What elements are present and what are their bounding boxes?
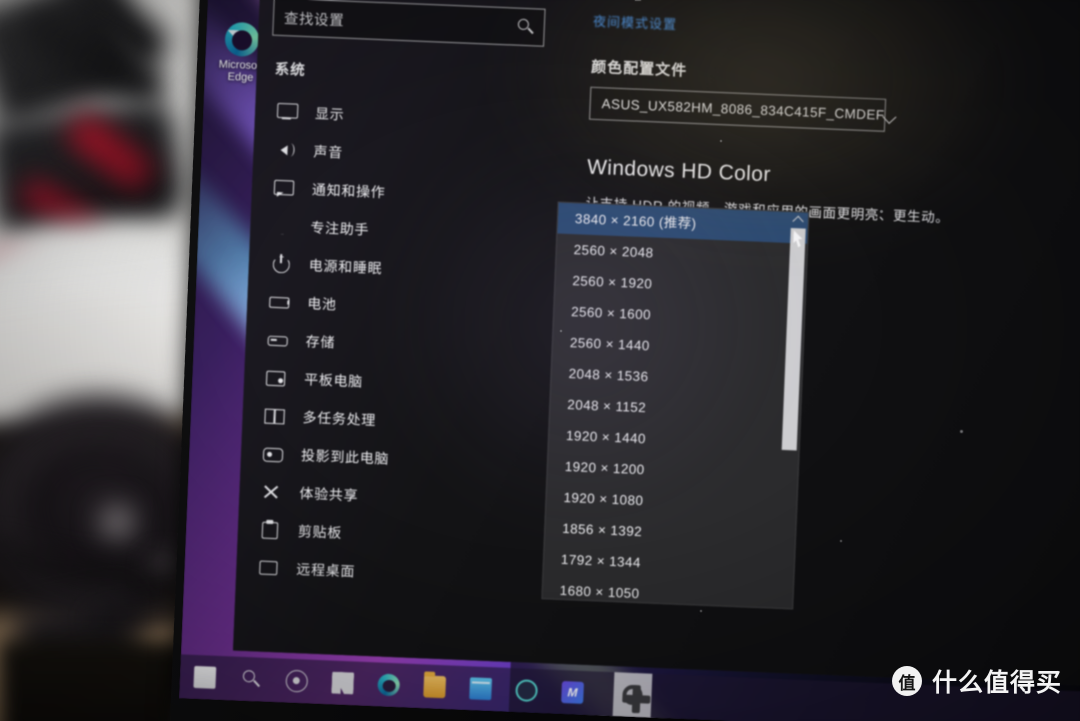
sound-icon bbox=[275, 140, 297, 161]
display-icon bbox=[277, 102, 299, 123]
resolution-dropdown-list[interactable]: 3840 × 2160 (推荐) 2560 × 2048 2560 × 1920… bbox=[541, 201, 810, 610]
clipboard-icon bbox=[260, 520, 282, 541]
project-icon bbox=[263, 444, 285, 465]
color-profile-value: ASUS_UX582HM_8086_834C415F_CMDEF bbox=[601, 96, 885, 123]
sidebar-item-label: 电源和睡眠 bbox=[308, 257, 383, 277]
sidebar-item-label: 投影到此电脑 bbox=[300, 447, 390, 467]
settings-sidebar: 主页 查找设置 系统 显示 bbox=[233, 0, 563, 663]
search-button[interactable] bbox=[239, 668, 262, 691]
sidebar-item-label: 专注助手 bbox=[310, 219, 370, 238]
sidebar-item-label: 体验共享 bbox=[299, 485, 359, 504]
task-view-button[interactable] bbox=[331, 672, 354, 695]
search-placeholder: 查找设置 bbox=[283, 10, 345, 30]
edge-icon bbox=[224, 21, 260, 58]
sidebar-item-label: 声音 bbox=[313, 143, 344, 161]
moon-icon bbox=[272, 216, 294, 237]
power-icon bbox=[270, 254, 292, 275]
cortana-button[interactable] bbox=[285, 669, 309, 693]
start-button[interactable] bbox=[193, 665, 217, 689]
shortcut-arrow-icon bbox=[227, 30, 239, 42]
sidebar-item-label: 远程桌面 bbox=[296, 561, 356, 580]
sidebar-section-title: 系统 bbox=[274, 61, 306, 79]
sidebar-item-label: 显示 bbox=[314, 105, 345, 123]
battery-icon bbox=[269, 292, 291, 313]
settings-window: 主页 查找设置 系统 显示 bbox=[232, 0, 1080, 689]
search-icon bbox=[517, 18, 534, 35]
mail-button[interactable] bbox=[469, 677, 493, 701]
sidebar-item-label: 多任务处理 bbox=[302, 409, 377, 429]
chevron-up-icon[interactable] bbox=[793, 214, 804, 224]
watermark-text: 什么值得买 bbox=[931, 669, 1062, 697]
sidebar-item-label: 存储 bbox=[305, 333, 336, 351]
chevron-down-icon bbox=[884, 109, 896, 121]
notification-icon bbox=[274, 178, 296, 199]
file-explorer-button[interactable] bbox=[423, 675, 447, 699]
gear-icon bbox=[622, 684, 643, 706]
screenshot-root: 回收站 Microsoft Edge 主页 bbox=[0, 0, 1080, 721]
sidebar-item-label: 平板电脑 bbox=[303, 371, 364, 390]
sidebar-nav: 显示 声音 通知和操作 专注助手 电源和睡眠 电池 存储 平板电脑 多任务处理 … bbox=[236, 92, 556, 598]
sidebar-item-label: 通知和操作 bbox=[311, 181, 386, 201]
laptop-screen: 回收站 Microsoft Edge 主页 bbox=[170, 0, 1080, 721]
watermark: 值 什么值得买 bbox=[891, 663, 1062, 699]
edge-button[interactable] bbox=[377, 673, 401, 697]
screen-surface: 回收站 Microsoft Edge 主页 bbox=[178, 0, 1080, 721]
myasus-button[interactable]: M bbox=[561, 681, 584, 704]
sidebar-item-label: 剪贴板 bbox=[297, 523, 343, 541]
assistant-button[interactable] bbox=[515, 679, 539, 703]
watermark-badge: 值 bbox=[891, 666, 922, 696]
storage-icon bbox=[267, 330, 289, 351]
share-icon bbox=[261, 482, 283, 503]
tablet-icon bbox=[266, 368, 288, 389]
search-input[interactable]: 查找设置 bbox=[272, 0, 546, 47]
multitask-icon bbox=[264, 406, 286, 427]
settings-button[interactable] bbox=[612, 672, 653, 718]
remote-desktop-icon bbox=[258, 558, 280, 579]
sidebar-item-label: 电池 bbox=[306, 295, 337, 313]
color-profile-dropdown[interactable]: ASUS_UX582HM_8086_834C415F_CMDEF bbox=[589, 86, 887, 132]
settings-main-panel: 显示 夜间模式设置 颜色配置文件 ASUS_UX582HM_8086_834C4… bbox=[533, 0, 1080, 689]
